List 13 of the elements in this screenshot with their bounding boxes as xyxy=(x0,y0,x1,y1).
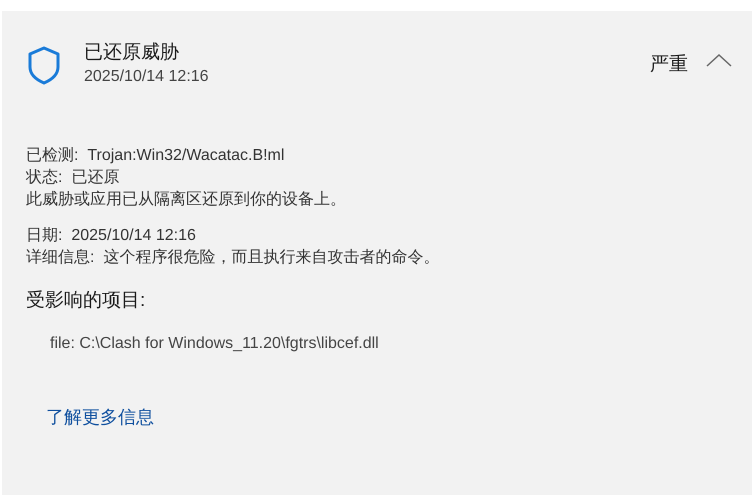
shield-icon xyxy=(26,45,62,85)
severity-label: 严重 xyxy=(650,53,688,77)
affected-heading: 受影响的项目: xyxy=(26,289,146,313)
learn-more-link[interactable]: 了解更多信息 xyxy=(46,405,154,429)
detail-line: 已检测: Trojan:Win32/Wacatac.B!ml xyxy=(26,146,286,166)
collapse-button[interactable] xyxy=(706,53,732,67)
restore-note: 此威胁或应用已从隔离区还原到你的设备上。 xyxy=(26,190,347,210)
threat-title: 已还原威胁 xyxy=(84,41,180,65)
threat-date: 2025/10/14 12:16 xyxy=(84,67,210,87)
detail-line: 日期: 2025/10/14 12:16 xyxy=(26,226,197,246)
detail-line: 状态: 已还原 xyxy=(26,168,120,188)
affected-file: file: C:\Clash for Windows_11.20\fgtrs\libcef.dll xyxy=(50,335,380,353)
detail-line: 详细信息: 这个程序很危险，而且执行来自攻击者的命令。 xyxy=(26,248,440,268)
